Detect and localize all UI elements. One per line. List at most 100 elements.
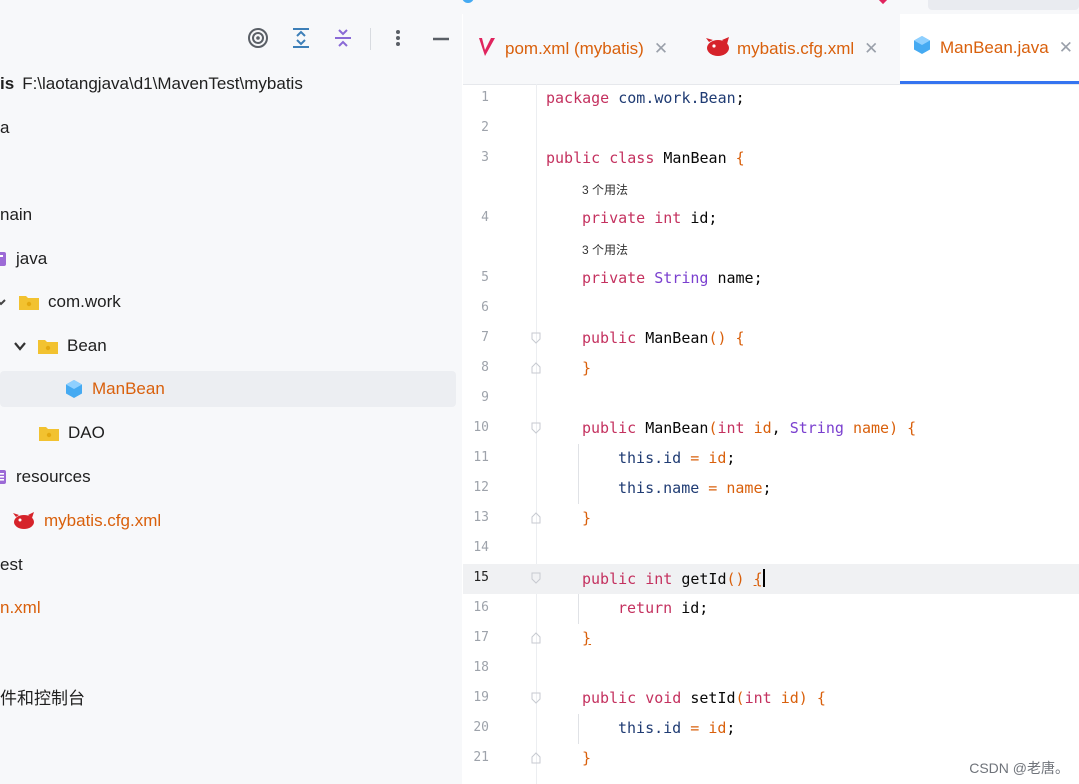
code-text: public ManBean(int id, String name) { [582,419,917,437]
package-folder-icon [38,424,60,442]
tree-row-java[interactable]: java [0,241,462,277]
tree-row-scratches[interactable]: 件和控制台 [0,678,462,714]
editor-tab-bar: pom.xml (mybatis) ✕ mybatis.cfg.xml ✕ Ma… [463,14,1079,85]
usages-hint[interactable]: 3 个用法 [582,181,628,198]
fold-end-icon[interactable] [531,362,541,374]
line-number: 4 [481,210,489,225]
tree-row-dao[interactable]: DAO [0,415,462,451]
indent-guide [578,714,579,744]
close-icon[interactable]: ✕ [1059,38,1073,58]
fold-icon[interactable] [531,572,541,584]
code-text: public int getId() { [582,569,765,588]
fold-icon[interactable] [531,332,541,344]
tree-row-com-work[interactable]: com.work [0,284,462,320]
code-line: 20 this.id = id; [463,714,1079,744]
code-line: 5 private String name; [463,264,1079,294]
code-text: public ManBean() { [582,329,745,347]
tab-label: pom.xml (mybatis) [505,39,644,58]
close-icon[interactable]: ✕ [864,39,878,59]
project-toolbar [0,14,462,66]
more-vert-icon[interactable] [386,26,410,50]
tree-row-label: java [16,249,48,268]
tab-pom-xml[interactable]: pom.xml (mybatis) ✕ [477,14,668,84]
code-text: public void setId(int id) { [582,689,826,707]
code-line: 11 this.id = id; [463,444,1079,474]
line-number: 9 [481,390,489,405]
collapse-all-icon[interactable] [331,26,355,50]
code-line: 1 package com.work.Bean; [463,84,1079,114]
line-number: 3 [481,150,489,165]
code-line: 2 [463,114,1079,144]
tree-row-label: nain [0,205,33,224]
minimize-icon[interactable] [429,26,453,50]
fold-icon[interactable] [531,422,541,434]
close-icon[interactable]: ✕ [654,39,668,59]
tree-row-manbean[interactable]: ManBean [0,371,456,407]
tree-row-resources[interactable]: resources [0,459,462,495]
java-tab-icon-fragment [462,0,474,3]
tree-row-project-root[interactable]: is F:\laotangjava\d1\MavenTest\mybatis [0,66,462,102]
chevron-down-icon[interactable] [0,296,8,308]
expand-all-icon[interactable] [289,26,313,50]
tree-row-label: a [0,118,10,137]
code-text: this.id = id; [618,449,736,467]
editor-area: pom.xml (mybatis) ✕ mybatis.cfg.xml ✕ Ma… [463,14,1079,784]
line-number: 12 [473,480,489,495]
java-class-icon [64,379,84,399]
code-text: } [582,509,592,527]
line-number: 2 [481,120,489,135]
line-number: 13 [473,510,489,525]
code-line: 19 public void setId(int id) { [463,684,1079,714]
target-icon[interactable] [246,26,270,50]
indent-guide [578,594,579,624]
tree-row-label: Bean [67,336,107,355]
code-line: 17 } [463,624,1079,654]
tree-row-label: DAO [68,423,105,442]
chevron-down-icon[interactable] [13,339,27,353]
code-text: package com.work.Bean; [546,89,745,107]
tab-mybatis-cfg[interactable]: mybatis.cfg.xml ✕ [705,14,878,84]
usage-hint-row: 3 个用法 [463,174,1079,204]
code-line: 4 private int id; [463,204,1079,234]
line-number: 21 [473,750,489,765]
maven-tab-icon-fragment [875,0,891,5]
tree-row-mybatis-cfg[interactable]: mybatis.cfg.xml [0,503,462,539]
line-number: 10 [473,420,489,435]
usages-hint[interactable]: 3 个用法 [582,241,628,258]
tree-row-label: ManBean [92,379,165,398]
code-line: 18 [463,654,1079,684]
mybatis-bird-icon [12,511,36,531]
fold-icon[interactable] [531,692,541,704]
fold-end-icon[interactable] [531,752,541,764]
tree-row-pom[interactable]: n.xml [0,590,462,626]
line-number: 16 [473,600,489,615]
indent-guide [578,444,579,504]
fold-end-icon[interactable] [531,512,541,524]
tree-row-main[interactable]: nain [0,197,462,233]
code-line: 9 [463,384,1079,414]
code-text: } [582,749,592,767]
tab-manbean-java[interactable]: ManBean.java ✕ [900,14,1079,84]
fold-end-icon[interactable] [531,632,541,644]
current-code-line: 15 public int getId() { [463,564,1079,594]
tree-row-bean[interactable]: Bean [0,328,462,364]
tree-row-test[interactable]: est [0,547,462,583]
line-number: 1 [481,90,489,105]
code-line: 10 public ManBean(int id, String name) { [463,414,1079,444]
code-line: 16 return id; [463,594,1079,624]
package-folder-icon [37,337,59,355]
tree-row-idea[interactable]: a [0,110,462,146]
code-line: 8 } [463,354,1079,384]
project-name: is [0,74,15,93]
toolbar-separator [370,28,371,50]
tree-row-label: est [0,555,23,574]
mybatis-bird-icon [705,36,731,63]
project-tool-window: is F:\laotangjava\d1\MavenTest\mybatis a… [0,14,462,784]
tree-row-label: com.work [48,292,121,311]
run-config-selector-fragment[interactable] [928,0,1079,10]
java-class-icon [912,35,932,60]
tree-row-label: mybatis.cfg.xml [44,511,162,530]
code-line: 6 [463,294,1079,324]
usage-hint-row: 3 个用法 [463,234,1079,264]
code-line: 3 public class ManBean { [463,144,1079,174]
